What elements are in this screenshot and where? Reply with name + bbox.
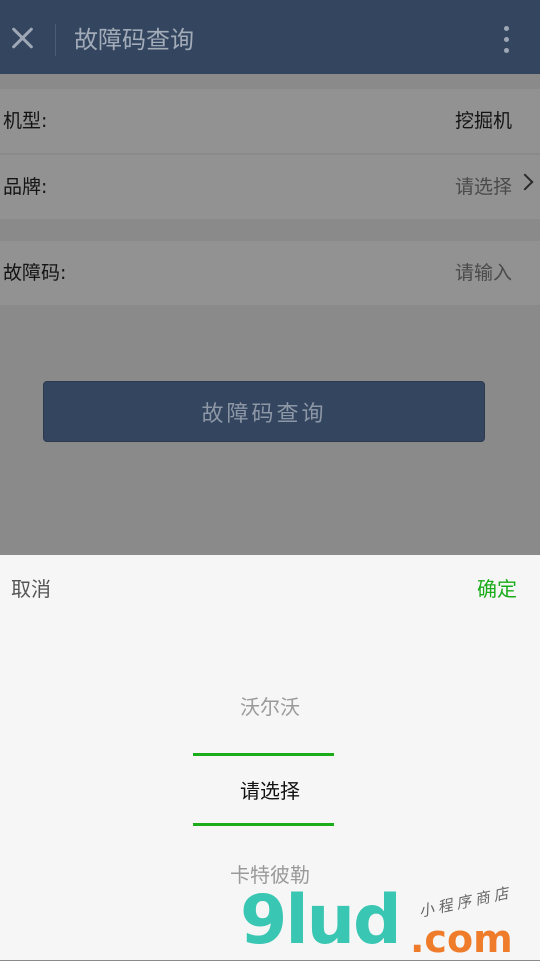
model-value: 挖掘机 <box>454 110 512 132</box>
confirm-button[interactable]: 确定 <box>477 575 517 603</box>
page-title: 故障码查询 <box>74 26 194 54</box>
fault-code-query-button[interactable]: 故障码查询 <box>43 381 485 442</box>
title-bar: 故障码查询 <box>0 0 540 74</box>
watermark-slogan: 小程序商店 <box>417 883 514 921</box>
watermark-brand: 9lud <box>240 881 402 960</box>
picker-option-selected[interactable]: 请选择 <box>0 777 540 805</box>
brand-row[interactable]: 品牌: 请选择 <box>0 155 540 219</box>
watermark-tld: .com <box>410 917 513 961</box>
title-divider <box>55 24 56 56</box>
brand-label: 品牌: <box>3 176 48 198</box>
fault-code-input[interactable]: 请输入 <box>455 260 512 286</box>
brand-select[interactable]: 请选择 <box>455 174 512 200</box>
model-row: 机型: 挖掘机 <box>0 89 540 153</box>
close-icon[interactable] <box>6 22 38 54</box>
cancel-button[interactable]: 取消 <box>11 575 51 603</box>
fault-code-row: 故障码: 请输入 <box>0 241 540 305</box>
model-label: 机型: <box>3 110 48 132</box>
picker-option[interactable]: 沃尔沃 <box>0 693 540 721</box>
watermark-logo: 9lud .com 小程序商店 <box>240 883 540 960</box>
fault-code-label: 故障码: <box>3 262 67 284</box>
more-options-icon[interactable] <box>496 24 516 56</box>
picker-selection-line-top <box>193 753 334 756</box>
picker-selection-line-bottom <box>193 823 334 826</box>
